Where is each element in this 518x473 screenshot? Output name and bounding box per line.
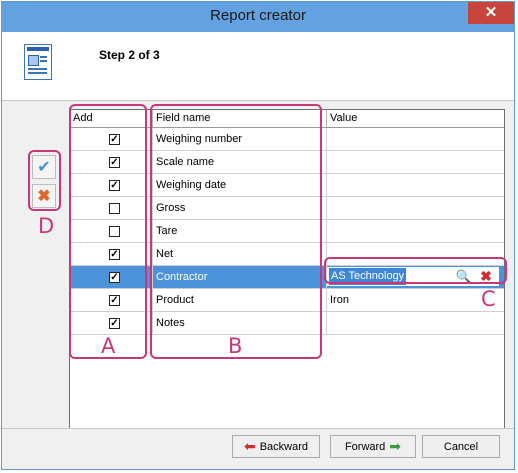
value-cell[interactable] (327, 128, 504, 150)
wizard-header: Step 2 of 3 (2, 32, 514, 101)
value-cell[interactable] (327, 174, 504, 196)
step-indicator: Step 2 of 3 (99, 48, 160, 62)
value-cell[interactable] (327, 197, 504, 219)
annotation-label-d: D (38, 214, 55, 238)
close-button[interactable]: ✕ (468, 2, 514, 24)
cancel-button[interactable]: Cancel (422, 435, 500, 458)
backward-button[interactable]: ⬅ Backward (232, 435, 320, 458)
annotation-label-a: A (101, 334, 116, 358)
forward-label: Forward (344, 440, 386, 453)
value-cell[interactable] (327, 312, 504, 334)
annotation-box-a (69, 104, 147, 359)
value-cell[interactable] (327, 220, 504, 242)
annotation-box-c (324, 257, 507, 284)
annotation-label-c: C (481, 287, 496, 311)
footer-divider (2, 428, 514, 429)
arrow-right-icon: ➡ (389, 438, 402, 454)
value-cell[interactable]: Iron (327, 289, 504, 311)
report-creator-window: Report creator ✕ Step 2 of 3 ✔ ✖ Add Fie… (1, 1, 515, 470)
arrow-left-icon: ⬅ (243, 438, 256, 454)
annotation-box-d (28, 150, 61, 211)
annotation-box-b (150, 104, 322, 359)
title-bar: Report creator ✕ (2, 2, 514, 32)
report-document-icon (24, 44, 52, 80)
cancel-label: Cancel (443, 440, 479, 453)
annotation-label-b: B (228, 334, 243, 358)
backward-label: Backward (259, 440, 309, 453)
window-title: Report creator (210, 7, 306, 24)
forward-button[interactable]: Forward ➡ (330, 435, 416, 458)
column-header-value[interactable]: Value (327, 110, 504, 127)
value-cell[interactable] (327, 151, 504, 173)
